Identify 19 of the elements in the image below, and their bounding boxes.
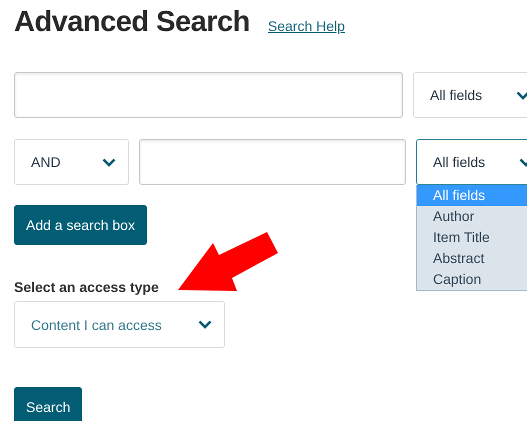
search-field[interactable] <box>139 139 406 185</box>
dropdown-option[interactable]: Item Title <box>417 227 527 248</box>
search-field[interactable] <box>14 72 403 118</box>
chevron-icon <box>198 320 212 329</box>
arrow-icon <box>176 230 280 293</box>
access-type-select[interactable]: Content I can access <box>14 301 225 348</box>
search-help-link[interactable]: Search Help <box>268 18 345 34</box>
chevron-icon <box>516 90 527 100</box>
chevron-icon <box>102 158 116 166</box>
page-title: Advanced Search <box>14 6 250 39</box>
field-select[interactable]: All fields <box>413 72 527 118</box>
dropdown-option[interactable]: Caption <box>417 269 527 290</box>
field-select[interactable]: All fields <box>416 139 527 185</box>
dropdown-option[interactable]: Abstract <box>417 248 527 269</box>
operator-select[interactable]: AND <box>14 139 129 185</box>
add-search-box-button[interactable]: Add a search box <box>14 205 147 245</box>
dropdown-option[interactable]: Author <box>417 206 527 227</box>
search-button[interactable]: Search <box>14 387 82 421</box>
access-type-label: Select an access type <box>14 279 159 295</box>
